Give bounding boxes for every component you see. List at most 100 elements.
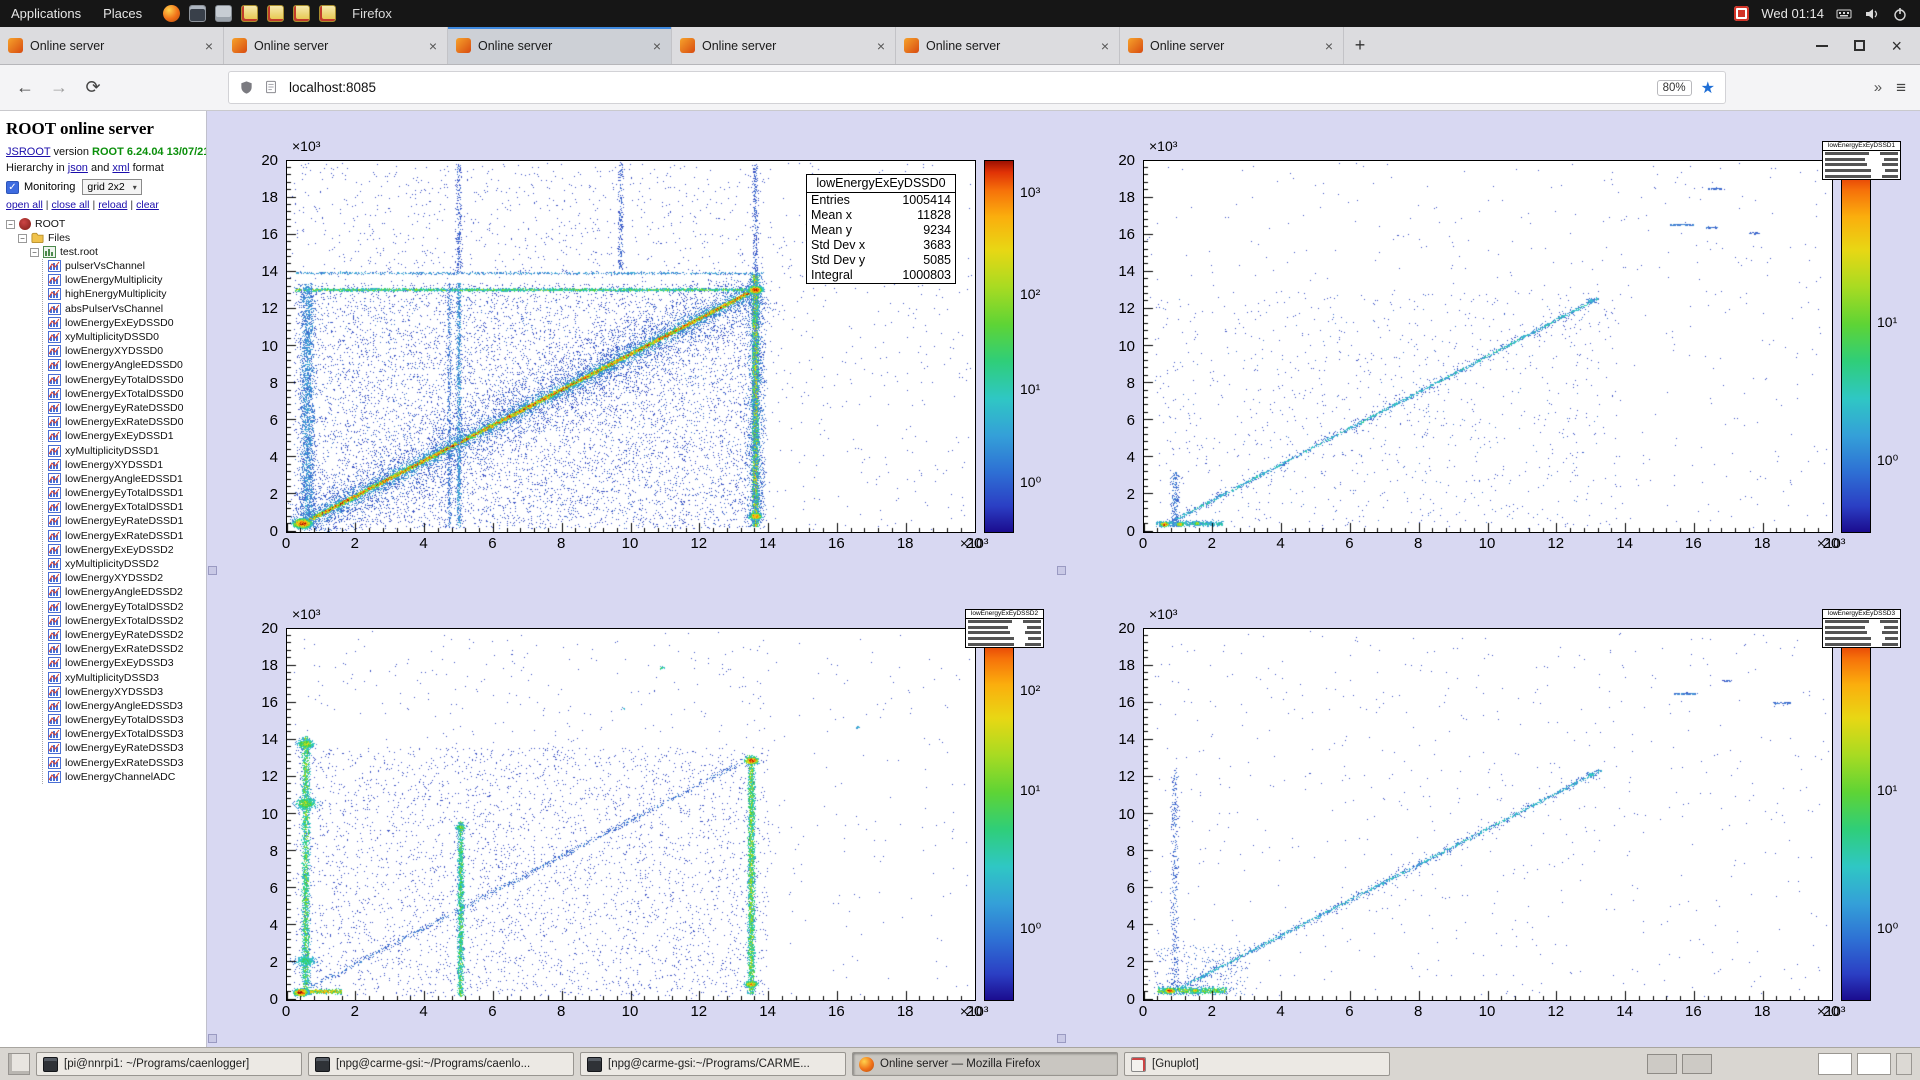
histogram-canvas-lowEnergyExEyDSSD3[interactable]: [1144, 629, 1832, 1000]
tree-item-lowEnergyAngleEDSSD1[interactable]: lowEnergyAngleEDSSD1: [48, 472, 206, 486]
tree-item-lowEnergyEyRateDSSD3[interactable]: lowEnergyEyRateDSSD3: [48, 741, 206, 755]
tree-item-lowEnergyExRateDSSD0[interactable]: lowEnergyExRateDSSD0: [48, 415, 206, 429]
forward-button[interactable]: →: [42, 77, 76, 98]
tray-mini-box[interactable]: [1896, 1053, 1912, 1075]
collapse-toggle[interactable]: −: [18, 234, 27, 243]
tree-item-lowEnergyExTotalDSSD2[interactable]: lowEnergyExTotalDSSD2: [48, 614, 206, 628]
histogram-canvas-lowEnergyExEyDSSD2[interactable]: [287, 629, 975, 1000]
tab-close-icon[interactable]: ×: [1099, 38, 1111, 54]
tab-online-server-6[interactable]: Online server×: [1120, 27, 1344, 64]
tree-item-lowEnergyExEyDSSD1[interactable]: lowEnergyExEyDSSD1: [48, 429, 206, 443]
tree-item-lowEnergyExEyDSSD3[interactable]: lowEnergyExEyDSSD3: [48, 656, 206, 670]
tree-item-highEnergyMultiplicity[interactable]: highEnergyMultiplicity: [48, 287, 206, 301]
tree-item-lowEnergyExTotalDSSD3[interactable]: lowEnergyExTotalDSSD3: [48, 727, 206, 741]
action-open-all[interactable]: open all: [6, 199, 43, 211]
firefox-launcher-icon[interactable]: [163, 5, 180, 22]
taskbar-window-terminal[interactable]: [npg@carme-gsi:~/Programs/CARME...: [580, 1052, 846, 1076]
tree-item-lowEnergyAngleEDSSD0[interactable]: lowEnergyAngleEDSSD0: [48, 358, 206, 372]
tree-item-lowEnergyExTotalDSSD0[interactable]: lowEnergyExTotalDSSD0: [48, 387, 206, 401]
tree-item-lowEnergyEyTotalDSSD0[interactable]: lowEnergyEyTotalDSSD0: [48, 373, 206, 387]
clock[interactable]: Wed 01:14: [1761, 6, 1824, 21]
tab-online-server-1[interactable]: Online server×: [0, 27, 224, 64]
show-desktop-button[interactable]: [8, 1053, 30, 1075]
tree-item-lowEnergyAngleEDSSD3[interactable]: lowEnergyAngleEDSSD3: [48, 699, 206, 713]
tray-box[interactable]: [1857, 1053, 1891, 1075]
tree-item-xyMultiplicityDSSD0[interactable]: xyMultiplicityDSSD0: [48, 330, 206, 344]
action-close-all[interactable]: close all: [52, 199, 90, 211]
volume-icon[interactable]: [1864, 6, 1880, 22]
tree-item-xyMultiplicityDSSD1[interactable]: xyMultiplicityDSSD1: [48, 443, 206, 457]
app-launcher-icon[interactable]: [267, 5, 284, 22]
maximize-button[interactable]: [1854, 40, 1865, 51]
taskbar-window-terminal[interactable]: [npg@carme-gsi:~/Programs/caenlo...: [308, 1052, 574, 1076]
places-menu[interactable]: Places: [92, 0, 153, 27]
collapse-toggle[interactable]: −: [30, 248, 39, 257]
files-launcher-icon[interactable]: [215, 5, 232, 22]
tree-item-lowEnergyEyTotalDSSD3[interactable]: lowEnergyEyTotalDSSD3: [48, 713, 206, 727]
tree-node-test-root[interactable]: − test.root: [30, 245, 206, 259]
tree-item-pulserVsChannel[interactable]: pulserVsChannel: [48, 259, 206, 273]
tree-item-lowEnergyExEyDSSD2[interactable]: lowEnergyExEyDSSD2: [48, 543, 206, 557]
tree-item-lowEnergyXYDSSD2[interactable]: lowEnergyXYDSSD2: [48, 571, 206, 585]
tree-item-lowEnergyMultiplicity[interactable]: lowEnergyMultiplicity: [48, 273, 206, 287]
tree-item-lowEnergyEyTotalDSSD1[interactable]: lowEnergyEyTotalDSSD1: [48, 486, 206, 500]
tree-item-absPulserVsChannel[interactable]: absPulserVsChannel: [48, 302, 206, 316]
grid-resize-handle[interactable]: [208, 566, 217, 575]
workspace-pane[interactable]: [1647, 1054, 1677, 1074]
tree-item-lowEnergyEyRateDSSD1[interactable]: lowEnergyEyRateDSSD1: [48, 514, 206, 528]
tree-node-files[interactable]: − Files: [18, 231, 206, 245]
tray-box[interactable]: [1818, 1053, 1852, 1075]
app-launcher-icon[interactable]: [319, 5, 336, 22]
shield-icon[interactable]: [239, 80, 255, 96]
tree-item-lowEnergyExRateDSSD2[interactable]: lowEnergyExRateDSSD2: [48, 642, 206, 656]
collapse-toggle[interactable]: −: [6, 220, 15, 229]
terminal-launcher-icon[interactable]: [189, 5, 206, 22]
tab-close-icon[interactable]: ×: [875, 38, 887, 54]
zoom-level-badge[interactable]: 80%: [1657, 80, 1692, 96]
tab-online-server-3[interactable]: Online server×: [448, 27, 672, 64]
close-window-button[interactable]: ×: [1891, 37, 1902, 55]
url-bar[interactable]: localhost:8085 80% ★: [228, 71, 1726, 104]
monitoring-checkbox[interactable]: ✓: [6, 181, 19, 194]
tree-item-xyMultiplicityDSSD3[interactable]: xyMultiplicityDSSD3: [48, 670, 206, 684]
overflow-chevron-icon[interactable]: »: [1874, 79, 1882, 96]
tab-close-icon[interactable]: ×: [651, 38, 663, 54]
bookmark-star-icon[interactable]: ★: [1701, 78, 1715, 98]
workspace-pane[interactable]: [1682, 1054, 1712, 1074]
grid-layout-select[interactable]: grid 2x2 ▾: [82, 179, 141, 195]
taskbar-window-firefox[interactable]: Online server — Mozilla Firefox: [852, 1052, 1118, 1076]
app-launcher-icon[interactable]: [241, 5, 258, 22]
tree-item-lowEnergyExEyDSSD0[interactable]: lowEnergyExEyDSSD0: [48, 316, 206, 330]
taskbar-window-terminal[interactable]: [pi@nnrpi1: ~/Programs/caenlogger]: [36, 1052, 302, 1076]
tab-online-server-4[interactable]: Online server×: [672, 27, 896, 64]
histogram-canvas-lowEnergyExEyDSSD1[interactable]: [1144, 161, 1832, 532]
action-clear[interactable]: clear: [136, 199, 159, 211]
taskbar-window-gnuplot[interactable]: [Gnuplot]: [1124, 1052, 1390, 1076]
power-icon[interactable]: [1892, 6, 1908, 22]
tree-item-xyMultiplicityDSSD2[interactable]: xyMultiplicityDSSD2: [48, 557, 206, 571]
jsroot-link[interactable]: JSROOT: [6, 146, 50, 158]
tree-item-lowEnergyXYDSSD1[interactable]: lowEnergyXYDSSD1: [48, 458, 206, 472]
tab-close-icon[interactable]: ×: [203, 38, 215, 54]
xml-link[interactable]: xml: [112, 162, 129, 174]
tab-online-server-2[interactable]: Online server×: [224, 27, 448, 64]
app-launcher-icon[interactable]: [293, 5, 310, 22]
tab-close-icon[interactable]: ×: [1323, 38, 1335, 54]
tree-item-lowEnergyEyTotalDSSD2[interactable]: lowEnergyEyTotalDSSD2: [48, 600, 206, 614]
tree-item-lowEnergyExRateDSSD1[interactable]: lowEnergyExRateDSSD1: [48, 529, 206, 543]
grid-resize-handle[interactable]: [1057, 1034, 1066, 1043]
tree-item-lowEnergyEyRateDSSD2[interactable]: lowEnergyEyRateDSSD2: [48, 628, 206, 642]
tree-item-lowEnergyChannelADC[interactable]: lowEnergyChannelADC: [48, 770, 206, 784]
notification-icon[interactable]: [1734, 6, 1749, 21]
action-reload[interactable]: reload: [98, 199, 127, 211]
back-button[interactable]: ←: [8, 77, 42, 98]
tree-node-root[interactable]: − ROOT: [6, 217, 206, 231]
tab-close-icon[interactable]: ×: [427, 38, 439, 54]
keyboard-icon[interactable]: [1836, 6, 1852, 22]
tree-item-lowEnergyAngleEDSSD2[interactable]: lowEnergyAngleEDSSD2: [48, 585, 206, 599]
url-text[interactable]: localhost:8085: [289, 80, 1648, 95]
tree-item-lowEnergyXYDSSD3[interactable]: lowEnergyXYDSSD3: [48, 685, 206, 699]
tree-item-lowEnergyExRateDSSD3[interactable]: lowEnergyExRateDSSD3: [48, 756, 206, 770]
tree-item-lowEnergyExTotalDSSD1[interactable]: lowEnergyExTotalDSSD1: [48, 500, 206, 514]
grid-resize-handle[interactable]: [1057, 566, 1066, 575]
